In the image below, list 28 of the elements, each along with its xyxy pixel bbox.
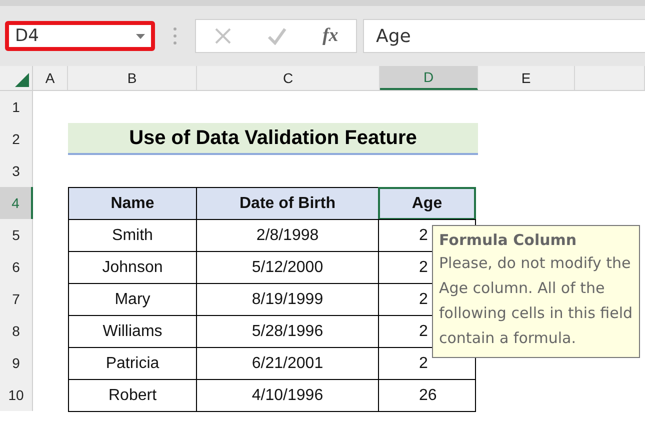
row-header[interactable]: 3 bbox=[0, 155, 33, 187]
row-header[interactable]: 2 bbox=[0, 123, 33, 155]
row-header[interactable]: 4 bbox=[0, 187, 33, 219]
column-header[interactable]: B bbox=[68, 66, 197, 90]
grip-icon bbox=[173, 27, 177, 45]
select-all-icon[interactable] bbox=[15, 73, 29, 87]
row-header[interactable]: 6 bbox=[0, 251, 33, 283]
row-header[interactable]: 1 bbox=[0, 91, 33, 123]
row-header[interactable]: 10 bbox=[0, 379, 33, 411]
insert-function-button[interactable]: fx bbox=[322, 25, 338, 47]
table-header-cell: Date of Birth bbox=[196, 187, 379, 220]
table-header-cell: Name bbox=[68, 187, 197, 220]
row-header[interactable]: 8 bbox=[0, 315, 33, 347]
table-cell: 26 bbox=[378, 379, 476, 412]
formula-input[interactable]: Age bbox=[363, 19, 645, 53]
column-header[interactable]: A bbox=[33, 66, 68, 90]
row-header[interactable]: 7 bbox=[0, 283, 33, 315]
table-header-cell: Age bbox=[378, 187, 476, 220]
check-icon[interactable] bbox=[267, 27, 288, 45]
row-header[interactable]: 9 bbox=[0, 347, 33, 379]
name-box[interactable]: D4 bbox=[5, 21, 155, 51]
caret-icon bbox=[136, 34, 145, 38]
row-header[interactable]: 5 bbox=[0, 219, 33, 251]
cancel-icon[interactable] bbox=[214, 27, 232, 45]
column-header[interactable]: E bbox=[478, 66, 575, 90]
sheet-title: Use of Data Validation Feature bbox=[68, 123, 478, 155]
table-cell: Robert bbox=[68, 379, 197, 412]
column-header[interactable]: D bbox=[380, 66, 478, 90]
